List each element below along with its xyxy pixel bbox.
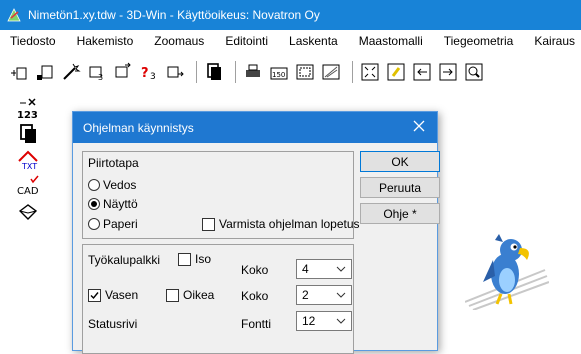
oikea-box[interactable]	[166, 288, 179, 302]
confirm-exit-label: Varmista ohjelman lopetus	[219, 217, 360, 231]
points-arrow-icon[interactable]	[164, 61, 186, 83]
checkmark-icon	[90, 291, 99, 299]
text-roof-icon[interactable]: TXT	[15, 148, 41, 172]
map-icon[interactable]	[320, 61, 342, 83]
menu-maastomalli[interactable]: Maastomalli	[349, 34, 434, 48]
vasen-checkbox[interactable]: Vasen	[88, 288, 138, 302]
iso-checkbox[interactable]: Iso	[178, 252, 211, 266]
help-button[interactable]: Ohje *	[360, 203, 440, 224]
koko-select[interactable]: 4	[296, 259, 352, 279]
piirtotapa-group: Piirtotapa Vedos Näyttö Paperi Varmista …	[82, 151, 360, 239]
pan-right-icon[interactable]	[437, 61, 459, 83]
mascot-bird-image	[465, 234, 549, 310]
radio-vedos-label: Vedos	[103, 178, 137, 192]
radio-paperi-label: Paperi	[103, 217, 138, 231]
koko2-select[interactable]: 2	[296, 285, 352, 305]
number-edit-icon[interactable]: 123	[15, 96, 41, 120]
menu-tiegeometria[interactable]: Tiegeometria	[434, 34, 525, 48]
toolbar-separator	[196, 61, 197, 83]
toolbar-separator	[352, 61, 353, 83]
dialog-title: Ohjelman käynnistys	[83, 120, 194, 135]
menu-laskenta[interactable]: Laskenta	[279, 34, 349, 48]
pan-left-icon[interactable]	[411, 61, 433, 83]
svg-text:TXT: TXT	[21, 162, 37, 171]
copy-icon[interactable]	[203, 61, 225, 83]
iso-label: Iso	[195, 252, 212, 266]
radio-vedos-circle[interactable]	[88, 179, 100, 191]
zoom-extent-icon[interactable]	[359, 61, 381, 83]
shape-icon[interactable]	[15, 200, 41, 224]
scale-icon[interactable]: 150	[268, 61, 290, 83]
radio-paperi-circle[interactable]	[88, 218, 100, 230]
vasen-label: Vasen	[105, 288, 139, 302]
chevron-down-icon	[336, 318, 346, 324]
menu-tiedosto[interactable]: Tiedosto	[0, 34, 67, 48]
fontti-label: Fontti	[241, 317, 272, 331]
radio-paperi[interactable]: Paperi	[88, 217, 138, 231]
piirtotapa-label: Piirtotapa	[88, 156, 139, 170]
layers-icon[interactable]	[15, 122, 41, 146]
koko2-label: Koko	[241, 289, 269, 303]
left-toolbar: 123 TXT CAD	[14, 96, 42, 226]
window-titlebar[interactable]: Nimetön1.xy.tdw - 3D-Win - Käyttöoikeus:…	[0, 0, 581, 30]
cancel-button[interactable]: Peruuta	[360, 177, 440, 198]
menu-editointi[interactable]: Editointi	[215, 34, 279, 48]
koko2-select-value: 2	[302, 288, 309, 302]
cad-check-icon[interactable]: CAD	[15, 174, 41, 198]
wand-icon[interactable]	[60, 61, 82, 83]
zoom-window-icon[interactable]	[385, 61, 407, 83]
toolbar-separator	[235, 61, 236, 83]
confirm-exit-checkbox[interactable]: Varmista ohjelman lopetus	[202, 217, 360, 231]
print-icon[interactable]	[242, 61, 264, 83]
radio-naytto-label: Näyttö	[103, 197, 138, 211]
koko-select-value: 4	[302, 262, 309, 276]
radio-naytto-circle[interactable]	[88, 198, 100, 210]
zoom-in-icon[interactable]	[463, 61, 485, 83]
chevron-down-icon	[336, 292, 346, 298]
svg-text:CAD: CAD	[17, 186, 39, 197]
new-file-icon[interactable]	[34, 61, 56, 83]
chevron-down-icon	[336, 266, 346, 272]
points-icon[interactable]: 3	[86, 61, 108, 83]
points-export-icon[interactable]	[112, 61, 134, 83]
vasen-box[interactable]	[88, 288, 101, 302]
menu-bar: Tiedosto Hakemisto Zoomaus Editointi Las…	[0, 30, 581, 52]
main-toolbar: 3 ? 3 150	[0, 54, 581, 90]
query-points-icon[interactable]: ? 3	[138, 61, 160, 83]
startup-dialog: Ohjelman käynnistys Piirtotapa Vedos Näy…	[72, 111, 440, 354]
koko-label: Koko	[241, 263, 269, 277]
fontti-select[interactable]: 12	[296, 311, 352, 331]
svg-text:?: ?	[141, 66, 149, 81]
svg-text:3: 3	[98, 73, 103, 82]
iso-box[interactable]	[178, 252, 191, 266]
confirm-exit-box[interactable]	[202, 217, 215, 231]
new-point-icon[interactable]	[8, 61, 30, 83]
menu-hakemisto[interactable]: Hakemisto	[67, 34, 145, 48]
svg-text:3: 3	[150, 72, 156, 82]
window-title: Nimetön1.xy.tdw - 3D-Win - Käyttöoikeus:…	[28, 8, 320, 22]
dialog-titlebar[interactable]: Ohjelman käynnistys	[73, 112, 437, 143]
radio-vedos[interactable]: Vedos	[88, 178, 136, 192]
status-section-label: Statusrivi	[88, 317, 138, 331]
oikea-checkbox[interactable]: Oikea	[166, 288, 214, 302]
menu-zoomaus[interactable]: Zoomaus	[144, 34, 215, 48]
toolbar-section-label: Työkalupalkki	[88, 253, 161, 267]
frame-icon[interactable]	[294, 61, 316, 83]
fontti-select-value: 12	[302, 314, 316, 328]
oikea-label: Oikea	[183, 288, 215, 302]
svg-text:123: 123	[17, 110, 38, 119]
menu-kairaus[interactable]: Kairaus	[524, 34, 581, 48]
app-logo-icon	[7, 8, 21, 22]
radio-naytto[interactable]: Näyttö	[88, 197, 138, 211]
toolbar-settings-group: Työkalupalkki Iso Koko 4 Vasen Oikea Kok…	[82, 244, 354, 354]
svg-text:150: 150	[272, 71, 285, 79]
ok-button[interactable]: OK	[360, 151, 440, 172]
close-icon[interactable]	[411, 118, 427, 134]
